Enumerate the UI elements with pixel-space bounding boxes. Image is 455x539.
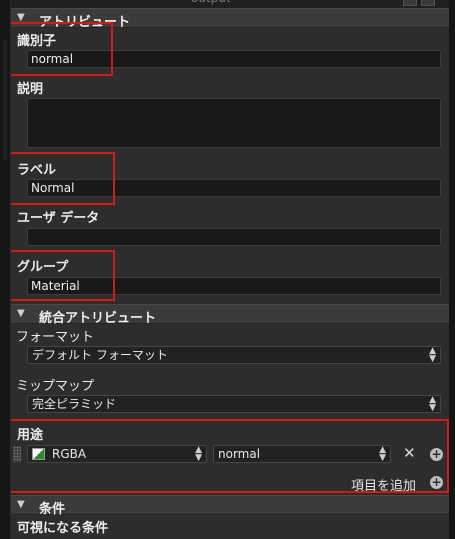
section-header-attributes[interactable]: ▼ アトリビュート xyxy=(11,8,449,30)
mipmap-dropdown[interactable]: 完全ピラミッド ▲ ▼ xyxy=(27,395,441,413)
remove-item-icon[interactable]: ✕ xyxy=(403,444,416,462)
identifier-field[interactable]: normal xyxy=(27,50,441,68)
drag-handle-icon[interactable] xyxy=(13,446,21,462)
updown-arrow-icon: ▲ ▼ xyxy=(379,445,386,463)
panel-title: output xyxy=(191,0,231,5)
left-gutter xyxy=(0,0,11,539)
close-panel-button[interactable] xyxy=(421,0,435,6)
collapse-triangle-icon[interactable]: ▼ xyxy=(17,12,25,23)
semantic-dropdown[interactable]: normal ▲ ▼ xyxy=(213,445,391,463)
scrollbar[interactable] xyxy=(449,0,455,539)
updown-arrow-icon: ▲ ▼ xyxy=(195,445,202,463)
mipmap-value: 完全ピラミッド xyxy=(32,397,117,411)
splitter-handle[interactable] xyxy=(3,40,7,160)
add-item-label[interactable]: 項目を追加 xyxy=(351,475,416,494)
mipmap-label: ミップマップ xyxy=(16,379,95,394)
channel-dropdown[interactable]: RGBA ▲ ▼ xyxy=(27,445,207,463)
add-icon[interactable]: + xyxy=(430,448,443,461)
format-label: フォーマット xyxy=(16,330,95,345)
channel-value: RGBA xyxy=(52,447,87,461)
user-data-field[interactable] xyxy=(27,228,441,246)
section-header-combined[interactable]: ▼ 統合アトリビュート xyxy=(11,304,449,326)
section-title-combined: 統合アトリビュート xyxy=(39,311,157,326)
description-textarea[interactable] xyxy=(27,98,441,148)
usage-label: 用途 xyxy=(17,428,44,443)
group-field[interactable]: Material xyxy=(27,277,441,295)
visible-condition-label: 可視になる条件 xyxy=(17,521,109,536)
semantic-value: normal xyxy=(218,447,261,461)
minimize-button[interactable] xyxy=(403,0,417,6)
identifier-label: 識別子 xyxy=(17,34,57,49)
add-item-icon[interactable]: + xyxy=(430,476,443,489)
color-swatch-icon xyxy=(32,448,45,460)
user-data-label: ユーザ データ xyxy=(17,211,100,226)
section-title-attributes: アトリビュート xyxy=(39,15,131,30)
label-label: ラベル xyxy=(17,163,57,178)
collapse-triangle-icon[interactable]: ▼ xyxy=(17,499,25,510)
format-dropdown[interactable]: デフォルト フォーマット ▲ ▼ xyxy=(27,346,441,364)
group-label: グループ xyxy=(17,260,69,275)
updown-arrow-icon: ▲ ▼ xyxy=(429,346,436,364)
section-header-conditions[interactable]: ▼ 条件 xyxy=(11,495,449,517)
format-value: デフォルト フォーマット xyxy=(32,348,168,362)
label-field[interactable]: Normal xyxy=(27,179,441,197)
description-label: 説明 xyxy=(17,82,44,97)
updown-arrow-icon: ▲ ▼ xyxy=(429,395,436,413)
section-title-conditions: 条件 xyxy=(39,502,66,517)
properties-panel: output ▼ アトリビュート 識別子 normal 説明 ラベル Norma… xyxy=(11,0,449,539)
panel-titlebar: output xyxy=(11,0,449,8)
collapse-triangle-icon[interactable]: ▼ xyxy=(17,308,25,319)
